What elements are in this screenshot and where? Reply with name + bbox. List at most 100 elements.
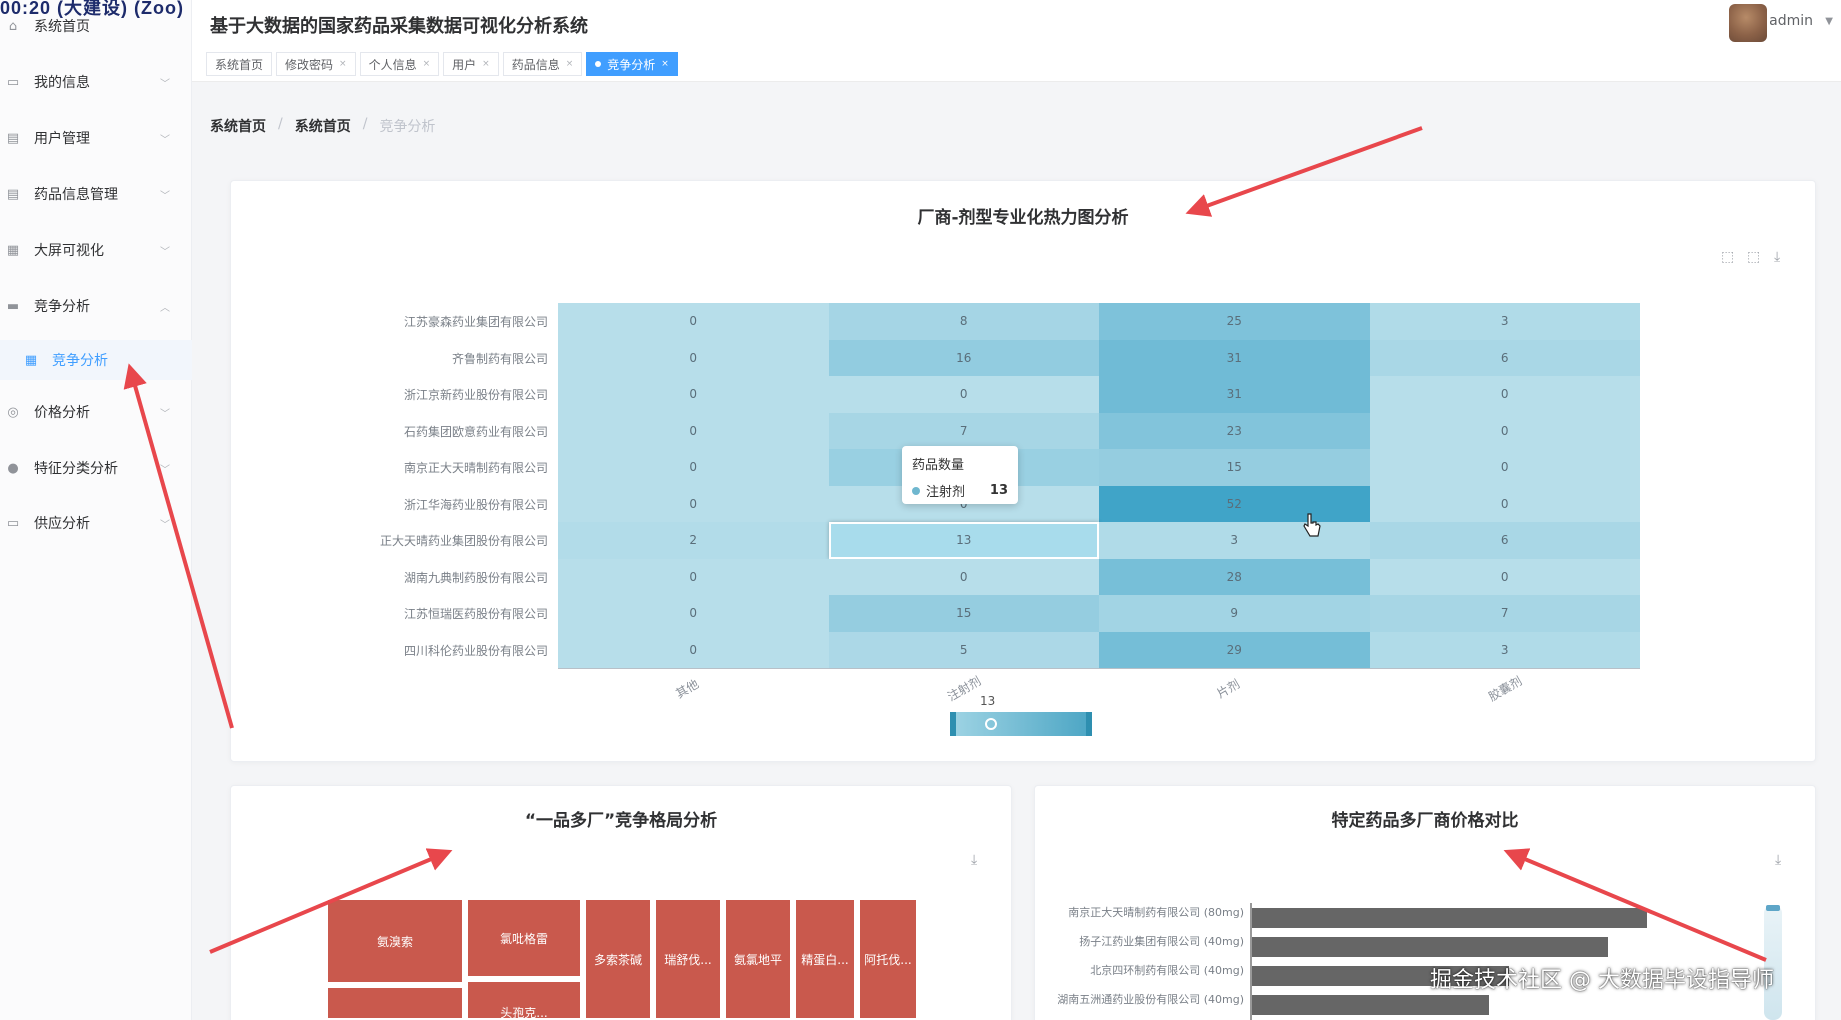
tooltip-series-dot [912, 486, 920, 495]
treemap-node[interactable]: 氨溴索 [326, 898, 464, 984]
download-icon[interactable]: ⤓ [1774, 249, 1780, 265]
close-icon[interactable]: × [661, 59, 669, 69]
tab-1[interactable]: 修改密码 × [276, 52, 356, 76]
y-tick-label: 齐鲁制药有限公司 [451, 351, 548, 366]
heatmap-cell[interactable]: 0 [558, 376, 829, 413]
chevron-down-icon[interactable]: ▼ [1825, 16, 1833, 27]
y-axis-line [1250, 903, 1252, 1020]
heatmap-cell[interactable]: 9 [1099, 595, 1370, 632]
heatmap-cell[interactable]: 13 [828, 522, 1099, 559]
heatmap-cell[interactable]: 3 [1369, 303, 1640, 340]
sidebar-item-4[interactable]: ▦ 大屏可视化 ﹀ [0, 230, 192, 270]
heatmap-cell[interactable]: 3 [1099, 522, 1370, 559]
tab-5[interactable]: 竞争分析 × [586, 52, 678, 76]
price-bar[interactable] [1252, 937, 1608, 957]
heatmap-cell[interactable]: 0 [1369, 485, 1640, 522]
heatmap-cell[interactable]: 6 [1369, 339, 1640, 376]
tab-2[interactable]: 个人信息 × [359, 52, 440, 76]
heatmap-cell[interactable]: 3 [1369, 631, 1640, 668]
heatmap-cell[interactable]: 0 [828, 376, 1099, 413]
close-icon[interactable]: × [423, 59, 431, 69]
chevron-down-icon: ﹀ [160, 408, 170, 420]
heatmap-cell[interactable]: 0 [1369, 449, 1640, 486]
sidebar-item-8[interactable]: ● 特征分类分析 ﹀ [0, 448, 192, 488]
avatar[interactable] [1729, 4, 1767, 42]
y-tick-label: 四川科伦药业股份有限公司 [403, 643, 548, 658]
zoom-in-icon[interactable]: ⬚ [1721, 249, 1734, 265]
heatmap-cell[interactable]: 5 [828, 631, 1099, 668]
sidebar-item-1[interactable]: ▭ 我的信息 ﹀ [0, 62, 192, 102]
sidebar-item-label: 系统首页 [34, 19, 90, 35]
heatmap-cell[interactable]: 28 [1099, 558, 1370, 595]
tab-label: 修改密码 [285, 57, 334, 72]
treemap-node[interactable]: 氨氯地平 [724, 898, 792, 1020]
chevron-down-icon: ﹀ [160, 190, 170, 202]
sidebar-item-2[interactable]: ▤ 用户管理 ﹀ [0, 118, 192, 158]
breadcrumb-item-home-2[interactable]: 系统首页 [295, 116, 351, 136]
close-icon[interactable]: × [566, 59, 574, 69]
close-icon[interactable]: × [339, 59, 347, 69]
close-icon[interactable]: × [482, 59, 490, 69]
heatmap-cell[interactable]: 0 [558, 412, 829, 449]
treemap-node[interactable]: 阿托伐... [858, 898, 918, 1020]
heatmap-cell[interactable]: 0 [1369, 376, 1640, 413]
heatmap-cell[interactable]: 0 [558, 303, 829, 340]
heatmap-cell[interactable]: 23 [1099, 412, 1370, 449]
slider-handle-left[interactable] [950, 712, 956, 736]
sidebar-item-7[interactable]: ◎ 价格分析 ﹀ [0, 392, 192, 432]
tab-label: 系统首页 [215, 57, 264, 72]
heatmap-cell[interactable]: 0 [558, 558, 829, 595]
zoom-reset-icon[interactable]: ⬚ [1747, 249, 1760, 265]
chevron-down-icon: ﹀ [160, 464, 170, 476]
heatmap-cell[interactable]: 0 [1369, 412, 1640, 449]
heatmap-cell[interactable]: 0 [558, 631, 829, 668]
heatmap-cell[interactable]: 0 [558, 595, 829, 632]
grid-icon: ▦ [24, 352, 38, 368]
sidebar-item-0[interactable]: ⌂ 系统首页 [0, 6, 192, 46]
chevron-down-icon: ﹀ [160, 519, 170, 531]
tab-3[interactable]: 用户 × [443, 52, 499, 76]
sidebar-item-label: 我的信息 [34, 75, 90, 91]
user-name[interactable]: admin [1769, 13, 1813, 29]
visual-map-slider[interactable] [950, 712, 1092, 736]
heatmap-cell[interactable]: 15 [1099, 449, 1370, 486]
treemap-node[interactable]: 头孢克... [466, 980, 582, 1020]
heatmap-cell[interactable]: 0 [558, 449, 829, 486]
slider-handle-right[interactable] [1086, 712, 1092, 736]
heatmap-cell[interactable]: 2 [558, 522, 829, 559]
heatmap-cell[interactable]: 8 [828, 303, 1099, 340]
heatmap-cell[interactable]: 52 [1099, 485, 1370, 522]
sidebar-item-6[interactable]: ▦ 竞争分析 [0, 340, 192, 380]
treemap-node[interactable]: 氯吡格雷 [466, 898, 582, 978]
heatmap-cell[interactable]: 29 [1099, 631, 1370, 668]
heatmap-cell[interactable]: 15 [828, 595, 1099, 632]
heatmap-cell[interactable]: 31 [1099, 376, 1370, 413]
heatmap-cell[interactable]: 7 [828, 412, 1099, 449]
price-bar[interactable] [1252, 995, 1489, 1015]
heatmap-cell[interactable]: 0 [558, 485, 829, 522]
treemap-node[interactable]: 瑞舒伐... [654, 898, 722, 1020]
treemap-node[interactable] [326, 986, 464, 1020]
download-icon[interactable]: ⤓ [971, 852, 977, 868]
heatmap-cell[interactable]: 6 [1369, 522, 1640, 559]
price-title: 特定药品多厂商价格对比 [1331, 811, 1519, 831]
treemap-node[interactable]: 精蛋白... [794, 898, 856, 1020]
heatmap-cell[interactable]: 7 [1369, 595, 1640, 632]
breadcrumb-item-home[interactable]: 系统首页 [210, 116, 266, 136]
heatmap-cell[interactable]: 0 [1369, 558, 1640, 595]
tab-0[interactable]: 系统首页 [206, 52, 273, 76]
heatmap-cell[interactable]: 16 [828, 339, 1099, 376]
heatmap-cell[interactable]: 0 [828, 558, 1099, 595]
slider-knob[interactable] [985, 718, 997, 730]
heatmap-cell[interactable]: 31 [1099, 339, 1370, 376]
tab-4[interactable]: 药品信息 × [502, 52, 583, 76]
download-icon[interactable]: ⤓ [1775, 852, 1781, 868]
sidebar-item-9[interactable]: ▭ 供应分析 ﹀ [0, 503, 192, 543]
scroll-handle[interactable] [1766, 905, 1780, 911]
treemap-node[interactable]: 多索茶碱 [584, 898, 652, 1020]
heatmap-cell[interactable]: 0 [558, 339, 829, 376]
heatmap-cell[interactable]: 25 [1099, 303, 1370, 340]
sidebar-item-3[interactable]: ▤ 药品信息管理 ﹀ [0, 174, 192, 214]
sidebar-item-5[interactable]: ▬ 竞争分析 ︿ [0, 286, 192, 326]
price-bar[interactable] [1252, 908, 1647, 928]
